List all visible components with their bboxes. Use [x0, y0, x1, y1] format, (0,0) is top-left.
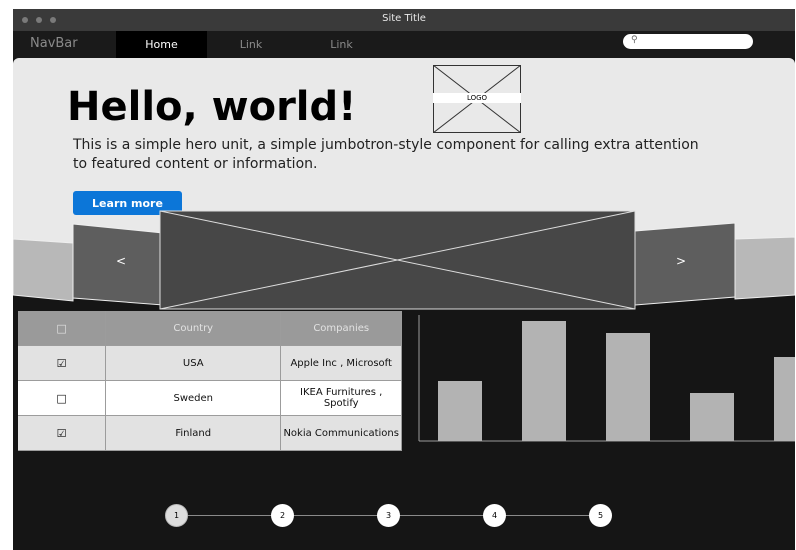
- companies-cell: Apple Inc , Microsoft: [280, 345, 402, 381]
- window-title: Site Title: [382, 13, 426, 24]
- page-step-5[interactable]: 5: [589, 504, 612, 527]
- carousel-far-right-slide: [734, 236, 795, 300]
- page-step-1[interactable]: 1: [165, 504, 188, 527]
- bar-3: [606, 333, 650, 441]
- carousel-svg: < >: [13, 210, 795, 310]
- search-icon: ⚲: [631, 35, 638, 45]
- browser-window: Site Title NavBar Home Link Link ⚲ Hello…: [13, 9, 795, 550]
- navbar-brand[interactable]: NavBar: [30, 36, 78, 51]
- checkbox-unchecked-icon[interactable]: □: [56, 322, 66, 335]
- nav-link-2[interactable]: Link: [295, 31, 388, 58]
- pagination-stepper: 1 2 3 4 5: [13, 494, 795, 534]
- row-checkbox-cell[interactable]: ☑: [18, 415, 107, 451]
- bar-chart-svg: [418, 315, 795, 442]
- country-cell: USA: [105, 345, 282, 381]
- page-step-2[interactable]: 2: [271, 504, 294, 527]
- image-carousel: < >: [13, 209, 795, 311]
- bar-4: [690, 393, 734, 441]
- table-row[interactable]: ☑ USA Apple Inc , Microsoft: [18, 345, 402, 381]
- bar-chart: [418, 315, 795, 445]
- carousel-next-button[interactable]: >: [676, 254, 686, 268]
- page-step-4[interactable]: 4: [483, 504, 506, 527]
- companies-cell: Nokia Communications: [280, 415, 402, 451]
- bar-2: [522, 321, 566, 441]
- checkbox-checked-icon[interactable]: ☑: [57, 357, 67, 370]
- logo-label: LOGO: [433, 93, 521, 103]
- column-header-companies: Companies: [280, 311, 402, 346]
- table-row[interactable]: ☑ Finland Nokia Communications: [18, 415, 402, 451]
- nav-link-home[interactable]: Home: [116, 31, 207, 58]
- checkbox-unchecked-icon[interactable]: □: [56, 392, 66, 405]
- table-row[interactable]: □ Sweden IKEA Furnitures , Spotify: [18, 380, 402, 416]
- page-step-3[interactable]: 3: [377, 504, 400, 527]
- search-input[interactable]: ⚲: [623, 34, 753, 49]
- carousel-main-slide: [159, 210, 636, 310]
- logo-placeholder: LOGO: [432, 64, 522, 134]
- carousel-prev-button[interactable]: <: [116, 254, 126, 268]
- companies-cell: IKEA Furnitures , Spotify: [280, 380, 402, 416]
- bar-1: [438, 381, 482, 441]
- navbar: NavBar Home Link Link ⚲: [13, 31, 795, 58]
- hero-text: This is a simple hero unit, a simple jum…: [73, 137, 699, 172]
- carousel-far-left-slide: [13, 238, 74, 302]
- title-bar: Site Title: [13, 9, 795, 32]
- country-cell: Sweden: [105, 380, 282, 416]
- select-all-cell[interactable]: □: [18, 311, 107, 346]
- table-header-row: □ Country Companies: [18, 311, 402, 346]
- country-table: □ Country Companies ☑ USA Apple Inc , Mi…: [18, 311, 402, 451]
- bar-5: [774, 357, 795, 441]
- country-cell: Finland: [105, 415, 282, 451]
- nav-link-1[interactable]: Link: [207, 31, 295, 58]
- row-checkbox-cell[interactable]: ☑: [18, 345, 107, 381]
- hero-heading: Hello, world!: [67, 84, 357, 130]
- column-header-country: Country: [105, 311, 282, 346]
- row-checkbox-cell[interactable]: □: [18, 380, 107, 416]
- checkbox-checked-icon[interactable]: ☑: [57, 427, 67, 440]
